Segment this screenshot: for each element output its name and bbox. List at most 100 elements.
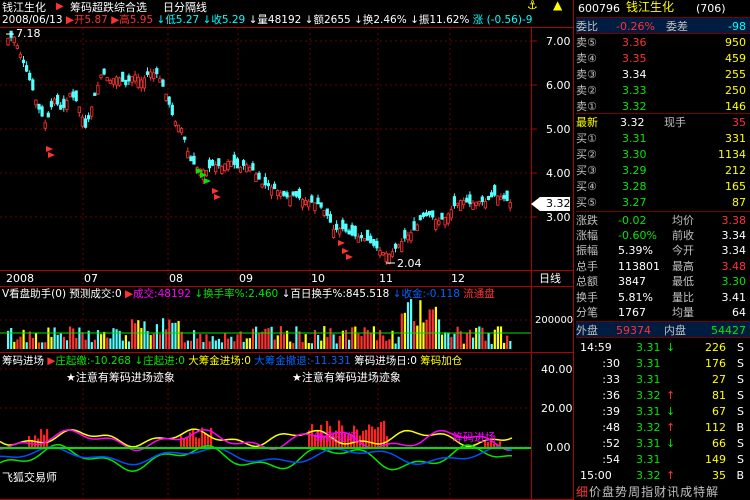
tick-time: :33 xyxy=(602,373,620,386)
volume-bar xyxy=(363,327,366,349)
candle-body xyxy=(102,68,106,75)
tick-row[interactable]: :33 3.31 27 S xyxy=(576,372,750,388)
candle-body xyxy=(87,115,91,120)
volume-bar xyxy=(484,340,487,349)
volume-bar xyxy=(422,322,425,349)
bottom-tab[interactable]: 细 xyxy=(576,485,588,499)
bid-price: 3.31 xyxy=(622,132,647,145)
candle-body xyxy=(471,202,475,210)
bottom-tab[interactable]: 解 xyxy=(706,485,718,499)
volume-bar xyxy=(400,313,403,349)
chip-note-1: ★注意有筹码进场迹象 xyxy=(66,371,175,384)
volume-bar xyxy=(462,343,465,349)
candle-body xyxy=(365,229,370,241)
bottom-tab[interactable]: 成 xyxy=(680,485,692,499)
bottom-tab[interactable]: 盘 xyxy=(602,485,614,499)
bottom-tab[interactable]: 财 xyxy=(654,485,666,499)
tick-side: B xyxy=(736,469,744,482)
candle-body xyxy=(158,78,162,83)
candle-body xyxy=(462,199,466,206)
bid-row[interactable]: 买⑤ 3.27 87 xyxy=(576,194,750,211)
candle-body xyxy=(455,202,460,206)
bid-row[interactable]: 买③ 3.29 212 xyxy=(576,162,750,179)
volume-bar xyxy=(270,326,273,349)
bid-price: 3.29 xyxy=(622,164,647,177)
volume-bar xyxy=(220,342,224,349)
candle-body xyxy=(145,71,150,75)
volume-bar xyxy=(56,334,59,349)
bid-row[interactable]: 买① 3.31 331 xyxy=(576,130,750,147)
chip-y-tick-20: 20.00 xyxy=(541,402,573,415)
candle-body xyxy=(124,79,128,86)
volume-bar xyxy=(478,326,481,349)
volume-bar xyxy=(10,328,13,349)
bid-price: 3.28 xyxy=(622,180,647,193)
bottom-tab[interactable]: 指 xyxy=(641,485,653,499)
bid-row[interactable]: 买② 3.30 1134 xyxy=(576,146,750,163)
bottom-tab[interactable]: 讯 xyxy=(667,485,679,499)
volume-bar xyxy=(81,332,84,349)
volume-bar xyxy=(162,318,165,349)
candle-body xyxy=(220,165,224,174)
period-label[interactable]: 日分隔线 xyxy=(163,1,207,14)
ask-row[interactable]: 卖② 3.33 250 xyxy=(576,82,750,99)
bid-label: 买④ xyxy=(576,180,597,193)
tick-price: 3.31 xyxy=(636,341,661,354)
day-line-label[interactable]: 日线 xyxy=(539,272,561,285)
ask-row[interactable]: 卖⑤ 3.36 950 xyxy=(576,34,750,51)
bottom-tab[interactable]: 特 xyxy=(693,485,705,499)
volume-bar xyxy=(224,332,227,349)
ask-row[interactable]: 卖③ 3.34 255 xyxy=(576,66,750,83)
y-tick-6: 6.00 xyxy=(546,79,571,92)
candle-body xyxy=(415,224,419,232)
volume-bar xyxy=(447,332,450,349)
strategy-name[interactable]: 筹码超跌综合选 xyxy=(70,1,147,14)
stat-row: 分笔 1767 均量 64 xyxy=(576,304,750,321)
tick-side: S xyxy=(737,389,744,402)
candle-body xyxy=(111,78,115,85)
volume-bar xyxy=(38,342,41,349)
tick-row[interactable]: :48 3.32 ↑ 112 B xyxy=(576,420,750,436)
tick-row[interactable]: 14:59 3.31 ↓ 226 S xyxy=(576,340,750,356)
candle-body xyxy=(173,121,177,126)
lock-icon[interactable]: ⚓ xyxy=(527,0,538,12)
volume-bar xyxy=(292,343,295,349)
candle-body xyxy=(232,154,236,165)
tick-volume: 176 xyxy=(705,357,726,370)
ask-row[interactable]: 卖④ 3.35 459 xyxy=(576,50,750,67)
bid-row[interactable]: 买④ 3.28 165 xyxy=(576,178,750,195)
candle-body xyxy=(297,188,302,199)
bid-label: 买③ xyxy=(576,164,597,177)
volume-bar xyxy=(472,337,475,349)
stat-label: 最高 xyxy=(672,259,694,273)
candle-body xyxy=(6,37,10,46)
candle-body xyxy=(251,163,255,171)
tick-row[interactable]: 15:00 3.32 ↑ 35 B xyxy=(576,468,750,484)
tick-arrow-icon: ↑ xyxy=(666,469,676,482)
volume-bar xyxy=(394,343,397,349)
bottom-tab[interactable]: 周 xyxy=(628,485,640,499)
tick-row[interactable]: :30 3.31 176 S xyxy=(576,356,750,372)
volume-bar xyxy=(286,330,289,349)
bottom-tab[interactable]: 势 xyxy=(615,485,627,499)
candle-body xyxy=(350,224,354,236)
bell-icon[interactable]: ▲ xyxy=(553,0,562,12)
volume-bar xyxy=(44,342,47,349)
volume-bar xyxy=(75,337,78,349)
chip-indicator-title[interactable]: 筹码进场 xyxy=(2,355,44,367)
volume-y-tick: 200000 xyxy=(535,315,574,326)
candle-body xyxy=(90,106,94,117)
tick-row[interactable]: :36 3.32 ↑ 81 S xyxy=(576,388,750,404)
candle-body xyxy=(263,176,267,186)
tick-row[interactable]: :39 3.31 ↓ 67 S xyxy=(576,404,750,420)
stat-label: 振幅 xyxy=(576,244,598,257)
volume-bar xyxy=(16,339,19,349)
tick-row[interactable]: :54 3.31 149 S xyxy=(576,452,750,468)
volume-bar xyxy=(261,331,264,349)
bottom-tab[interactable]: 价 xyxy=(589,485,601,499)
tick-row[interactable]: :52 3.31 ↓ 66 S xyxy=(576,436,750,452)
volume-indicator-title[interactable]: V看盘助手(0) xyxy=(2,288,66,300)
volume-bar xyxy=(326,337,329,349)
tick-time: :30 xyxy=(602,357,620,370)
tick-side: S xyxy=(737,437,744,450)
